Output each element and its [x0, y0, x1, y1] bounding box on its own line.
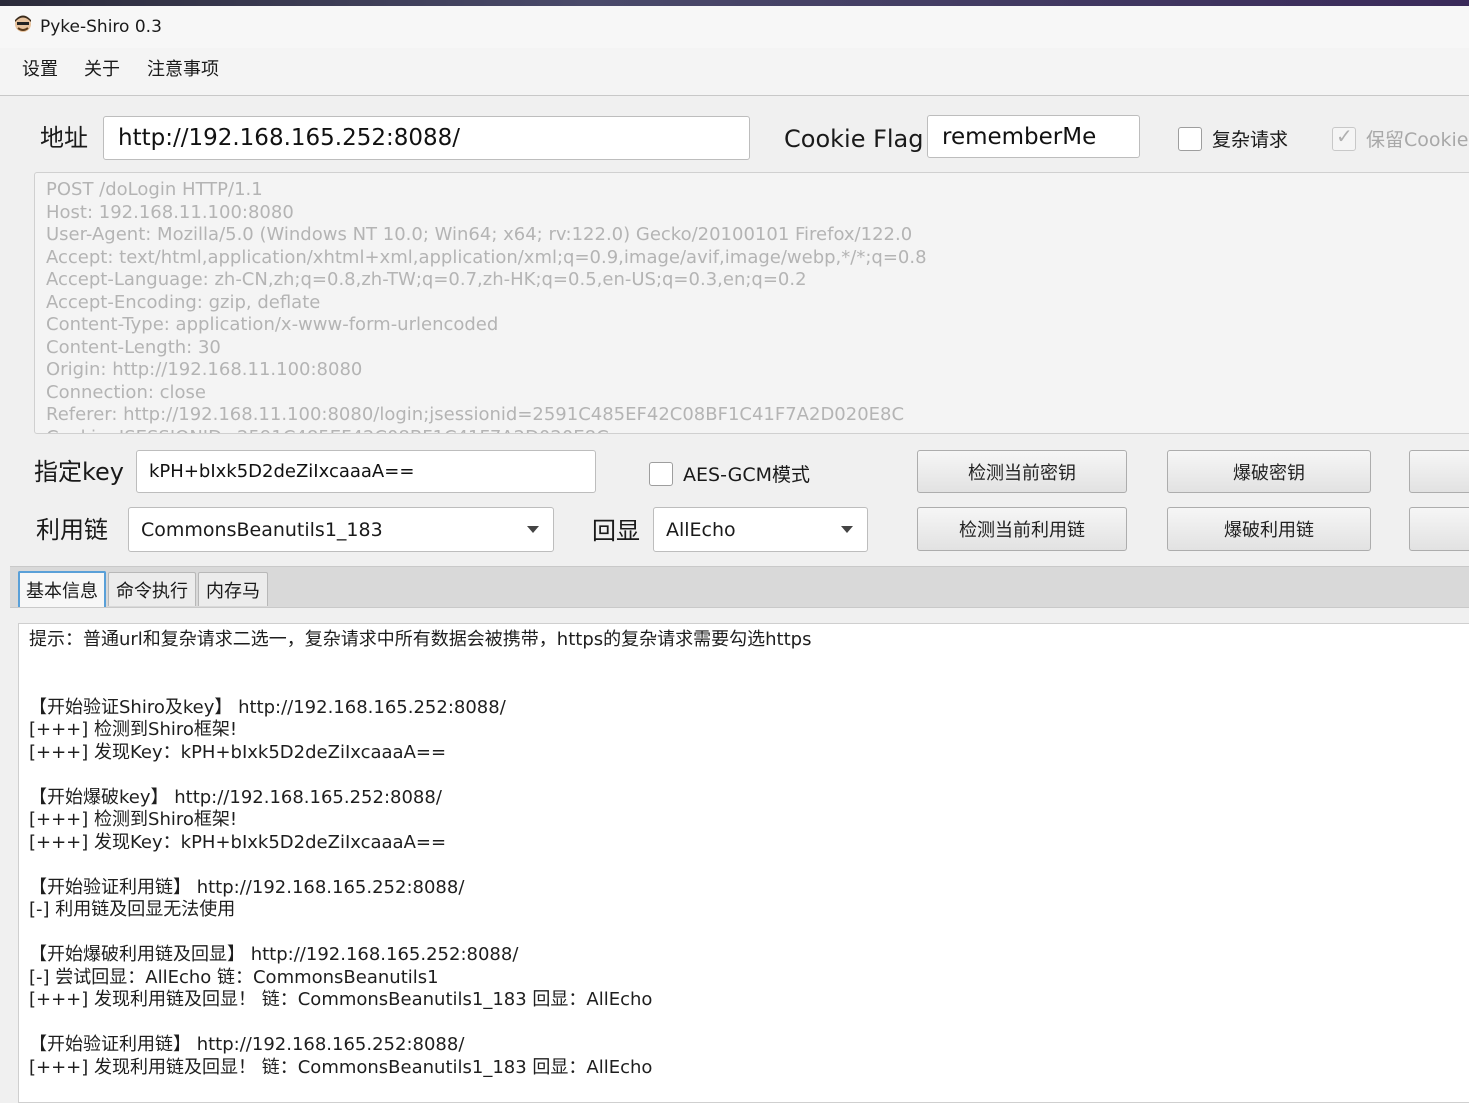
keep-cookie-checkbox[interactable]: ✓ 保留Cookie [1332, 123, 1469, 152]
raw-request-line: Origin: http://192.168.11.100:8080 [46, 359, 363, 380]
complex-request-label: 复杂请求 [1212, 129, 1289, 151]
log-line: [-] 尝试回显：AllEcho 链：CommonsBeanutils1 [29, 966, 439, 988]
log-line: 【开始验证利用链】 http://192.168.165.252:8088/ [29, 876, 465, 898]
echo-selected-value: AllEcho [666, 518, 736, 541]
raw-request-line: Referer: http://192.168.11.100:8080/logi… [46, 404, 905, 425]
address-label: 地址 [40, 124, 88, 152]
extra-button-1[interactable] [1409, 450, 1469, 493]
tab-memshell[interactable]: 内存马 [198, 572, 268, 606]
chevron-down-icon [527, 526, 539, 533]
raw-request-line: POST /doLogin HTTP/1.1 [46, 179, 263, 200]
title-bar: Pyke-Shiro 0.3 [0, 6, 1469, 48]
checkbox-box[interactable] [1178, 126, 1202, 151]
log-line: [+++] 检测到Shiro框架! [29, 809, 238, 830]
hacker-avatar-icon [15, 15, 31, 32]
key-input[interactable] [136, 450, 596, 493]
cookie-flag-input[interactable] [927, 115, 1140, 158]
log-line: [+++] 检测到Shiro框架! [29, 719, 238, 740]
log-line: 提示：普通url和复杂请求二选一，复杂请求中所有数据会被携带，https的复杂请… [29, 629, 812, 650]
raw-request-line: Content-Length: 30 [46, 336, 221, 358]
raw-request-line: Host: 192.168.11.100:8080 [46, 201, 294, 223]
cookie-flag-label: Cookie Flag [784, 125, 924, 153]
log-line: 【开始验证Shiro及key】 http://192.168.165.252:8… [29, 696, 506, 718]
echo-select[interactable]: AllEcho [653, 507, 868, 552]
tab-basic-info[interactable]: 基本信息 [18, 571, 106, 607]
log-line: [+++] 发现Key：kPH+bIxk5D2deZiIxcaaaA== [29, 741, 447, 763]
log-line: 【开始验证利用链】 http://192.168.165.252:8088/ [29, 1034, 465, 1055]
raw-request-line: Cookie: JSESSIONID=2591C485EF42C08BF1C41… [46, 427, 1462, 434]
tab-command-exec[interactable]: 命令执行 [108, 572, 196, 606]
check-key-button[interactable]: 检测当前密钥 [917, 450, 1127, 493]
log-line: [+++] 发现利用链及回显！ 链：CommonsBeanutils1_183 … [29, 1056, 653, 1078]
raw-request-line: Accept-Language: zh-CN,zh;q=0.8,zh-TW;q=… [46, 269, 807, 290]
checkbox-box[interactable] [649, 461, 673, 486]
brute-key-button[interactable]: 爆破密钥 [1167, 450, 1371, 493]
aes-gcm-checkbox[interactable]: AES-GCM模式 [649, 460, 810, 487]
keep-cookie-label: 保留Cookie [1366, 129, 1469, 151]
raw-request-line: Accept: text/html,application/xhtml+xml,… [46, 246, 927, 268]
check-icon: ✓ [1336, 123, 1353, 148]
log-line: 【开始爆破key】 http://192.168.165.252:8088/ [29, 786, 442, 808]
raw-request-textarea[interactable]: POST /doLogin HTTP/1.1 Host: 192.168.11.1… [34, 172, 1469, 434]
menu-settings[interactable]: 设置 [22, 59, 58, 81]
checkbox-box[interactable]: ✓ [1332, 123, 1356, 151]
menu-about[interactable]: 关于 [84, 59, 120, 81]
menu-bar: 设置 关于 注意事项 [0, 48, 1469, 96]
chevron-down-icon [841, 526, 853, 533]
key-label: 指定key [34, 458, 125, 486]
window-title: Pyke-Shiro 0.3 [40, 17, 162, 37]
echo-label: 回显 [592, 517, 640, 545]
log-line: 【开始爆破利用链及回显】 http://192.168.165.252:8088… [29, 944, 519, 965]
chain-selected-value: CommonsBeanutils1_183 [141, 518, 383, 541]
chain-select[interactable]: CommonsBeanutils1_183 [128, 507, 554, 552]
aes-gcm-label: AES-GCM模式 [683, 464, 810, 486]
raw-request-line: Content-Type: application/x-www-form-url… [46, 314, 499, 335]
chain-label: 利用链 [36, 516, 108, 544]
complex-request-checkbox[interactable]: 复杂请求 [1178, 125, 1288, 152]
address-input[interactable] [103, 116, 750, 160]
menu-notes[interactable]: 注意事项 [147, 59, 219, 81]
log-output-textarea[interactable]: 提示：普通url和复杂请求二选一，复杂请求中所有数据会被携带，https的复杂请… [18, 623, 1469, 1103]
log-line: [+++] 发现利用链及回显！ 链：CommonsBeanutils1_183 … [29, 989, 653, 1010]
log-line: [+++] 发现Key：kPH+bIxk5D2deZiIxcaaaA== [29, 831, 447, 853]
log-line: [-] 利用链及回显无法使用 [29, 899, 236, 920]
raw-request-line: Connection: close [46, 381, 206, 403]
raw-request-line: Accept-Encoding: gzip, deflate [46, 291, 321, 313]
extra-button-2[interactable] [1409, 507, 1469, 551]
brute-chain-button[interactable]: 爆破利用链 [1167, 507, 1371, 551]
raw-request-line: User-Agent: Mozilla/5.0 (Windows NT 10.0… [46, 224, 913, 245]
check-chain-button[interactable]: 检测当前利用链 [917, 507, 1127, 551]
